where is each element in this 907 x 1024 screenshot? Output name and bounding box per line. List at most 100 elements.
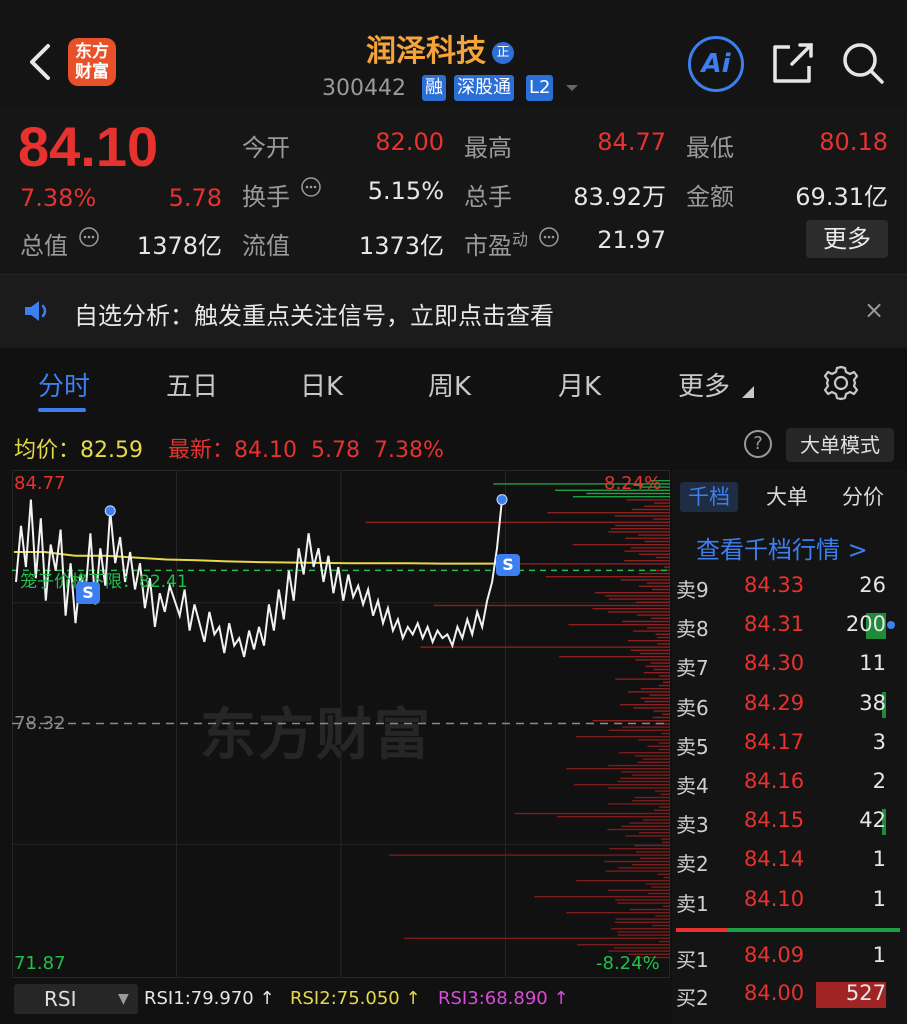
- depth-bar: [617, 780, 670, 783]
- ask-row[interactable]: 卖5 84.17 3: [676, 727, 896, 763]
- depth-bar: [644, 700, 670, 703]
- order-level-label: 卖1: [676, 891, 709, 916]
- gear-icon[interactable]: [822, 364, 860, 402]
- high-value: 84.77: [597, 128, 666, 156]
- total-market-cap-value: 1378亿: [136, 232, 222, 260]
- tab-price-distribution[interactable]: 分价: [842, 482, 884, 512]
- tab-intraday[interactable]: 分时: [38, 366, 90, 403]
- indicator-dot-icon: [887, 621, 895, 629]
- depth-bar: [658, 748, 670, 751]
- bid-row[interactable]: 买1 84.09 1: [676, 940, 896, 976]
- order-level-label: 卖9: [676, 578, 709, 602]
- low-value: 80.18: [819, 128, 888, 156]
- depth-bar: [642, 758, 670, 760]
- depth-bar: [662, 713, 670, 715]
- depth-bar: [649, 694, 670, 696]
- depth-bar: [661, 838, 670, 840]
- ask-row[interactable]: 卖9 84.33 26: [676, 570, 896, 606]
- depth-bar: [634, 755, 670, 757]
- more-dots-icon[interactable]: [300, 176, 322, 198]
- depth-bar: [654, 809, 670, 811]
- depth-bar: [633, 707, 670, 709]
- ask-row[interactable]: 卖8 84.31 200: [676, 609, 896, 645]
- depth-bar: [644, 540, 670, 543]
- pe-label-sup: 动: [512, 230, 529, 249]
- depth-bar: [389, 854, 670, 856]
- tab-five-day[interactable]: 五日: [166, 366, 218, 403]
- depth-bar: [592, 608, 670, 610]
- tab-thousand-level[interactable]: 千档: [680, 482, 738, 512]
- depth-bar: [655, 790, 670, 792]
- depth-bar: [613, 947, 670, 949]
- more-quote-button[interactable]: 更多: [806, 220, 888, 258]
- chevron-down-icon[interactable]: [564, 83, 580, 93]
- intraday-chart[interactable]: [12, 470, 670, 978]
- order-volume: 2: [872, 769, 886, 793]
- depth-bar: [637, 534, 670, 536]
- search-icon[interactable]: [840, 40, 886, 86]
- ask-row[interactable]: 卖1 84.10 1: [676, 884, 896, 920]
- depth-bar: [635, 851, 670, 853]
- ask-row[interactable]: 卖3 84.15 42: [676, 805, 896, 841]
- ask-row[interactable]: 卖2 84.14 1: [676, 844, 896, 880]
- depth-bar: [632, 800, 670, 802]
- depth-bar: [566, 768, 670, 770]
- depth-bar: [573, 784, 670, 786]
- latest-label: 最新：: [168, 438, 235, 463]
- order-price: 84.29: [744, 690, 805, 715]
- depth-bar: [653, 710, 670, 712]
- ask-row[interactable]: 卖7 84.30 11: [676, 648, 896, 684]
- share-icon[interactable]: [770, 40, 816, 86]
- rsi1-value: RSI1:79.970 ↑: [144, 988, 275, 1009]
- depth-bar: [640, 688, 670, 690]
- depth-bar: [607, 828, 670, 831]
- price-marker: [496, 494, 508, 506]
- depth-bar: [572, 544, 670, 546]
- ask-row[interactable]: 卖6 84.29 38: [676, 688, 896, 724]
- more-dots-icon[interactable]: [538, 226, 560, 248]
- depth-bar: [644, 505, 670, 507]
- depth-bar: [654, 502, 670, 504]
- alert-message[interactable]: 自选分析：触发重点关注信号，立即点击查看: [74, 296, 554, 331]
- ask-row[interactable]: 卖4 84.16 2: [676, 766, 896, 802]
- depth-bar: [605, 870, 670, 872]
- bid-row[interactable]: 买2 84.00 527: [676, 978, 896, 1014]
- tab-more[interactable]: 更多: [678, 366, 730, 403]
- tab-big-orders[interactable]: 大单: [766, 482, 808, 512]
- signal-marker[interactable]: S: [496, 554, 520, 576]
- tab-monthly-k[interactable]: 月K: [558, 366, 601, 403]
- depth-bar: [545, 576, 670, 578]
- depth-bar: [514, 812, 670, 815]
- help-icon[interactable]: ?: [744, 430, 772, 458]
- high-label: 最高: [464, 134, 512, 162]
- order-level-label: 买2: [676, 986, 709, 1010]
- bid-ask-divider: [676, 928, 900, 932]
- signal-marker[interactable]: S: [76, 582, 100, 604]
- depth-bar: [608, 764, 670, 767]
- chart-marks: [104, 494, 508, 517]
- big-order-mode-button[interactable]: 大单模式: [786, 428, 894, 462]
- depth-bar: [638, 553, 670, 555]
- dropdown-arrow-icon[interactable]: ▼: [118, 984, 129, 1014]
- depth-bar: [625, 835, 670, 837]
- tab-weekly-k[interactable]: 周K: [428, 366, 471, 403]
- depth-bar: [639, 832, 670, 834]
- depth-bar: [631, 864, 670, 866]
- ai-assistant-button[interactable]: Ai: [688, 36, 744, 92]
- order-level-label: 卖8: [676, 617, 709, 642]
- depth-bar: [645, 883, 670, 885]
- depth-bar: [630, 547, 670, 549]
- order-level-label: 买1: [676, 948, 709, 972]
- close-icon[interactable]: ×: [864, 296, 884, 324]
- depth-bar: [608, 531, 670, 533]
- rsi3-value: RSI3:68.890 ↑: [438, 988, 569, 1009]
- depth-bar: [637, 761, 670, 763]
- depth-bar: [652, 924, 670, 927]
- depth-bar: [622, 620, 670, 623]
- view-depth-link[interactable]: 查看千档行情 >: [696, 530, 868, 565]
- back-arrow-icon[interactable]: [24, 40, 58, 84]
- tab-daily-k[interactable]: 日K: [300, 366, 343, 403]
- depth-bar: [627, 640, 670, 642]
- more-dots-icon[interactable]: [78, 226, 100, 248]
- pe-label-text: 市盈: [464, 232, 512, 260]
